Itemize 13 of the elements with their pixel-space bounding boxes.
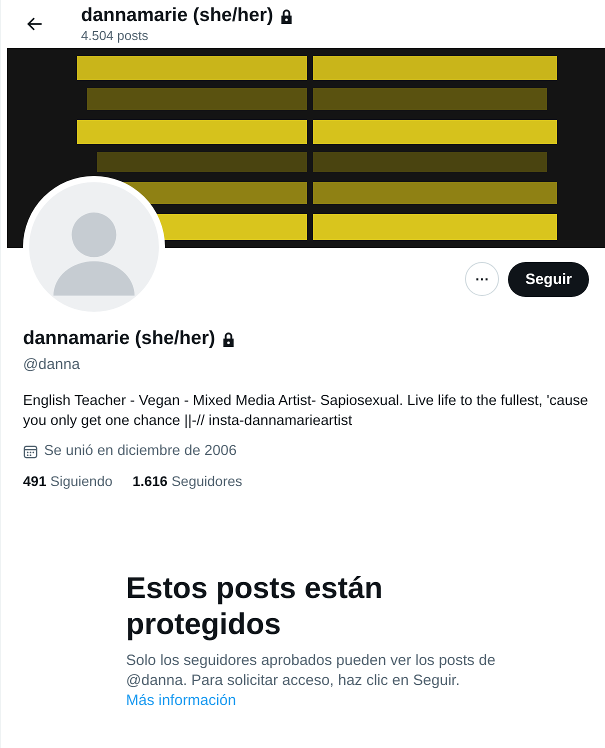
follow-button[interactable]: Seguir xyxy=(508,262,589,297)
post-count: 4.504 posts xyxy=(81,28,150,43)
join-date: Se unió en diciembre de 2006 xyxy=(44,443,237,459)
stat-link[interactable]: 491 Siguiendo xyxy=(23,473,113,489)
profile-title: dannamarie (she/her) xyxy=(81,5,274,27)
more-button[interactable]: ··· xyxy=(465,262,500,296)
calendar-icon xyxy=(23,444,38,458)
stat-link[interactable]: 1.616 Seguidores xyxy=(132,473,242,489)
profile-handle: @danna xyxy=(23,356,81,373)
profile-bio: English Teacher - Vegan - Mixed Media Artist- Sapiosexual. Live life to the fullest, 'cause you only get one chance ||-// insta-dannamarieartist xyxy=(23,392,589,431)
profile-name: dannamarie (she/her) xyxy=(23,328,216,350)
protected-message: Solo los seguidores aprobados pueden ver los posts de @danna. Para solicitar acceso, haz clic en Seguir. xyxy=(126,651,496,691)
protected-heading: Estos posts están protegidos xyxy=(126,571,384,643)
